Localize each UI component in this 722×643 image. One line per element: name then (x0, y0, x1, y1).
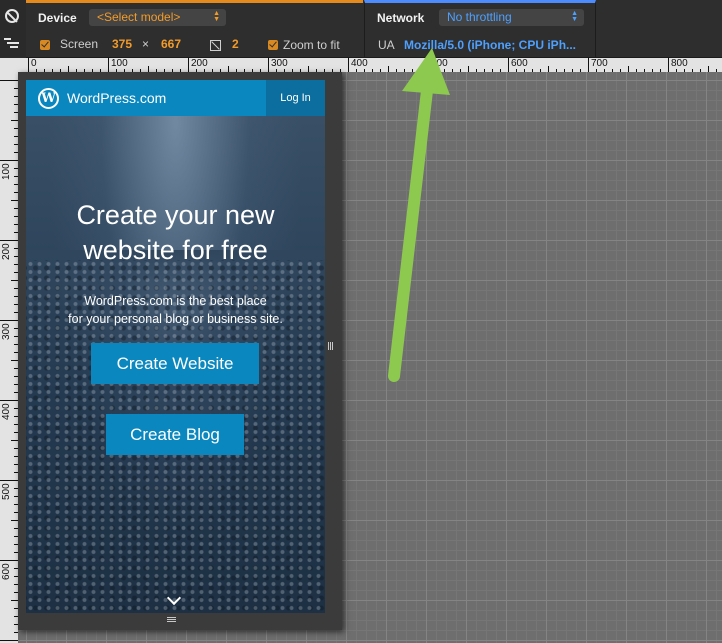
emulated-viewport-frame: W WordPress.com Log In Create your new w… (18, 72, 342, 630)
ruler-tick (188, 58, 189, 72)
ruler-tick (268, 58, 269, 72)
ruler-tick (508, 58, 509, 72)
menu-icon[interactable] (4, 38, 20, 48)
ruler-tick (11, 120, 18, 121)
network-throttling-value: No throttling (447, 10, 512, 24)
hero-title-line-1: Create your new (76, 200, 275, 230)
ruler-tick (11, 520, 18, 521)
ruler-tick (11, 600, 18, 601)
ruler-tick (0, 560, 18, 561)
ruler-label: 400 (1, 403, 12, 420)
user-agent-input[interactable]: Mozilla/5.0 (iPhone; CPU iPh... (404, 38, 582, 52)
create-website-button[interactable]: Create Website (91, 343, 259, 384)
site-header: W WordPress.com Log In (26, 80, 325, 116)
device-model-value: <Select model> (97, 10, 181, 24)
ruler-label: 500 (1, 483, 12, 500)
network-label: Network (377, 11, 425, 25)
ruler-tick (108, 58, 109, 72)
ruler-tick (668, 58, 669, 72)
ruler-corner (0, 58, 26, 72)
ruler-label: 300 (271, 58, 288, 69)
screen-label: Screen (60, 37, 99, 51)
ruler-label: 100 (1, 163, 12, 180)
hero-title-line-2: website for free (83, 235, 268, 265)
device-model-select[interactable]: <Select model> ▲ ▼ (89, 9, 226, 26)
zoom-to-fit-checkbox[interactable] (268, 40, 278, 50)
hero-subtitle-line-1: WordPress.com is the best place (84, 294, 267, 308)
width-resize-handle[interactable] (327, 334, 335, 358)
ruler-tick (428, 58, 429, 72)
ruler-tick (11, 200, 18, 201)
select-caret-icon: ▲ ▼ (213, 10, 220, 23)
ruler-label: 400 (351, 58, 368, 69)
ruler-tick (11, 440, 18, 441)
device-pixel-ratio-icon (210, 40, 221, 51)
ruler-label: 200 (191, 58, 208, 69)
zoom-to-fit-label: Zoom to fit (283, 38, 340, 52)
ruler-tick (0, 640, 18, 641)
ruler-tick (348, 58, 349, 72)
network-panel: Network No throttling ▲ ▼ UA Mozilla/5.0 … (364, 0, 596, 58)
device-panel: Device <Select model> ▲ ▼ Screen 375 × 66… (26, 0, 363, 58)
ruler-label: 600 (511, 58, 528, 69)
select-caret-icon: ▲ ▼ (571, 10, 578, 23)
device-label: Device (38, 11, 77, 25)
ruler-tick (0, 160, 18, 161)
ruler-label: 300 (1, 323, 12, 340)
screen-height-input[interactable]: 667 (161, 37, 181, 51)
ruler-label: 200 (1, 243, 12, 260)
ruler-tick (28, 58, 29, 72)
emulated-viewport[interactable]: W WordPress.com Log In Create your new w… (26, 80, 325, 613)
height-resize-handle[interactable] (167, 616, 177, 624)
devtools-device-mode: Device <Select model> ▲ ▼ Screen 375 × 66… (0, 0, 722, 643)
ruler-label: 600 (1, 563, 12, 580)
ruler-label: 700 (591, 58, 608, 69)
ruler-tick (0, 80, 18, 81)
network-throttling-select[interactable]: No throttling ▲ ▼ (439, 9, 584, 26)
device-toolbar: Device <Select model> ▲ ▼ Screen 375 × 66… (0, 0, 722, 58)
ruler-tick (0, 240, 18, 241)
ruler-tick (0, 320, 18, 321)
screen-width-input[interactable]: 375 (112, 37, 132, 51)
site-brand[interactable]: WordPress.com (67, 90, 166, 106)
vertical-ruler: 100 200 300 400 500 600 (0, 72, 18, 643)
wordpress-logo-icon[interactable]: W (38, 88, 59, 109)
screen-checkbox[interactable] (40, 40, 50, 50)
ua-label: UA (378, 38, 395, 52)
device-pixel-ratio-input[interactable]: 2 (232, 37, 239, 51)
ruler-tick (588, 58, 589, 72)
times-sign: × (142, 37, 150, 51)
hero-subtitle-line-2: for your personal blog or business site. (68, 312, 283, 326)
toolbar-side-strip (0, 0, 26, 58)
ruler-label: 0 (31, 58, 37, 69)
login-button[interactable]: Log In (266, 80, 325, 116)
ruler-tick (11, 360, 18, 361)
create-blog-button[interactable]: Create Blog (106, 414, 244, 455)
disable-device-mode-icon[interactable] (5, 9, 19, 23)
hero-subtitle: WordPress.com is the best place for your… (26, 292, 325, 328)
ruler-label: 100 (111, 58, 128, 69)
ruler-label: 800 (671, 58, 688, 69)
ruler-label: 500 (431, 58, 448, 69)
horizontal-ruler: 0 100 200 300 400 500 600 700 800 (26, 58, 722, 72)
ruler-tick (0, 400, 18, 401)
hero-title: Create your new website for free (26, 198, 325, 268)
ruler-tick (11, 280, 18, 281)
ruler-tick (0, 480, 18, 481)
